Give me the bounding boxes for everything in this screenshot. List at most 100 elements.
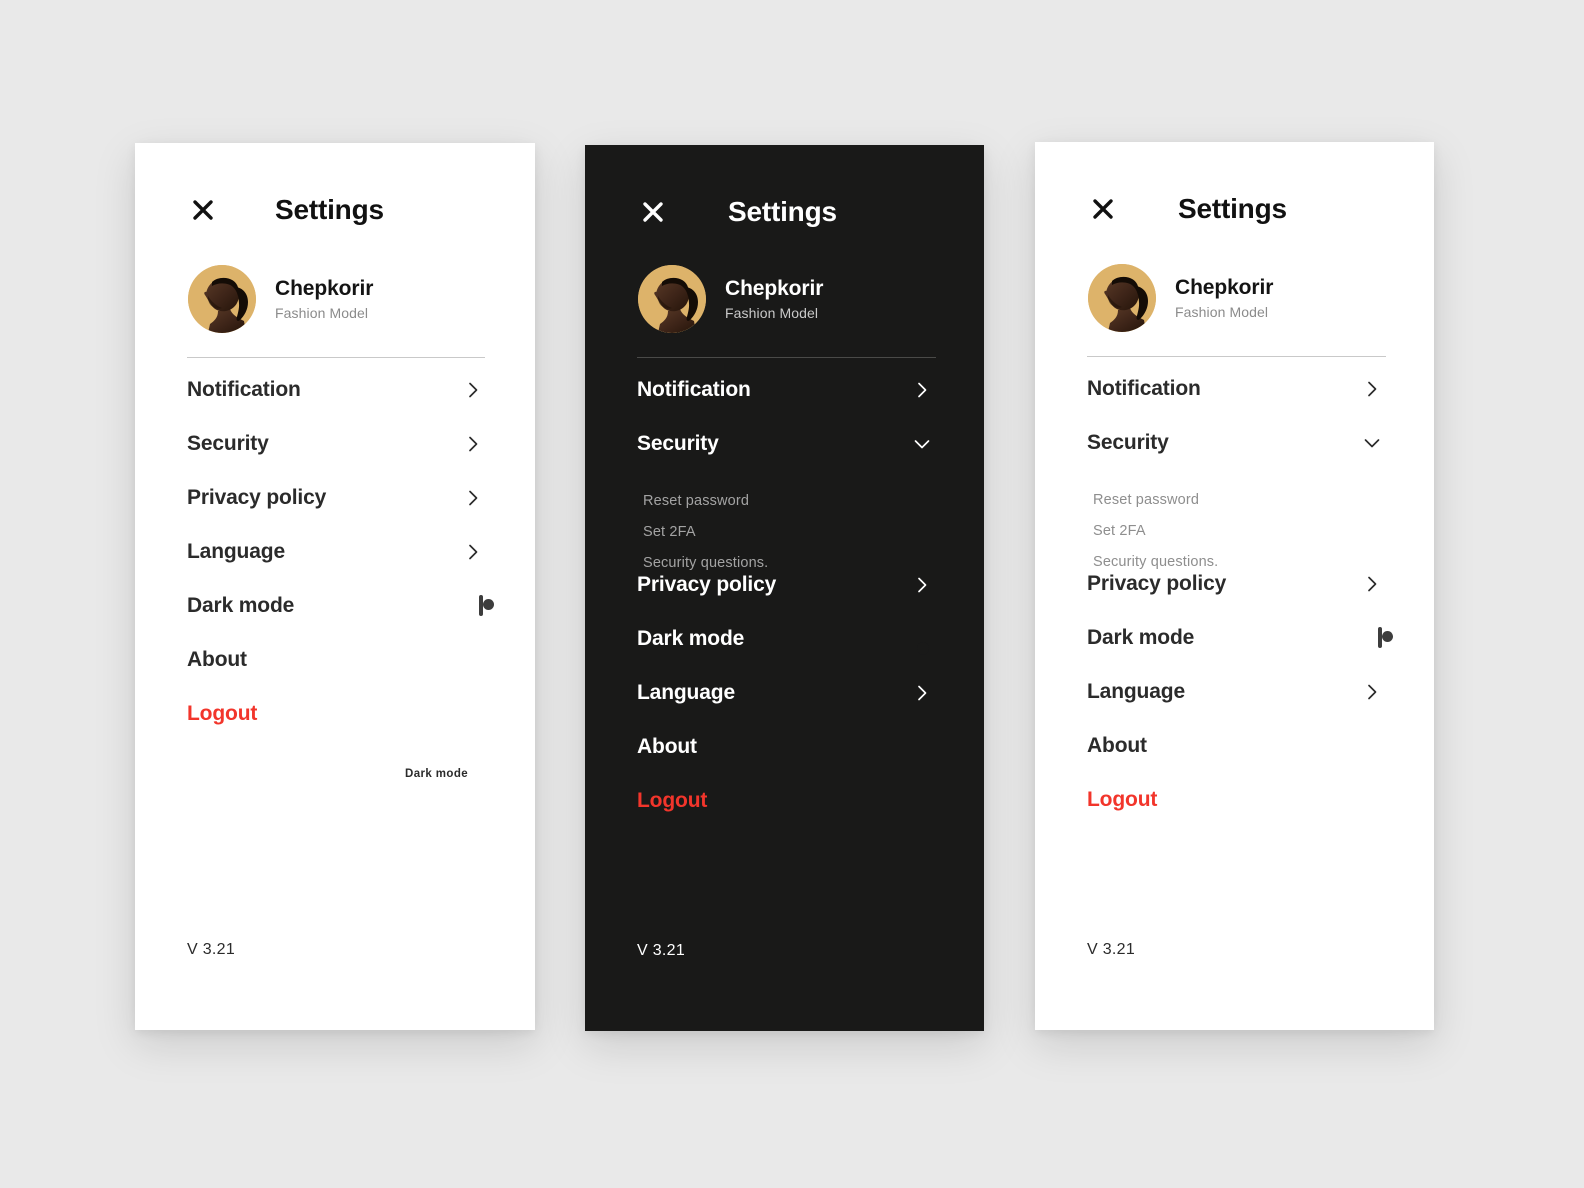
- divider: [187, 357, 485, 358]
- menu-item-dark-mode[interactable]: Dark mode: [637, 624, 932, 655]
- toggle-knob: [916, 642, 930, 655]
- menu-item-label: Logout: [187, 702, 258, 725]
- menu-item-label: Security: [637, 432, 719, 455]
- menu-item-dark-mode[interactable]: Dark mode: [1087, 623, 1394, 653]
- settings-panel-3: Settings Chepkorir Fashion Model Notificati…: [1035, 142, 1434, 1030]
- chevron-right-icon: [469, 436, 478, 452]
- menu-item-control: [1362, 433, 1382, 453]
- menu-item-security[interactable]: Security: [187, 429, 483, 459]
- profile-block[interactable]: Chepkorir Fashion Model: [1088, 264, 1273, 332]
- menu-item-label: Notification: [637, 378, 751, 401]
- panel-header: Settings: [188, 194, 384, 226]
- menu-item-control[interactable]: [1378, 627, 1394, 648]
- panel-body: Settings Chepkorir Fashion Model Notificati…: [1035, 142, 1434, 1030]
- chevron-right-icon: [1368, 576, 1377, 592]
- avatar-photo: [638, 265, 706, 333]
- submenu-item-set-2fa[interactable]: Set 2FA: [1087, 522, 1382, 540]
- menu-item-label: Logout: [1087, 788, 1158, 811]
- menu-item-label: Security: [187, 432, 269, 455]
- chevron-right-icon: [469, 382, 478, 398]
- avatar-photo: [1088, 264, 1156, 332]
- menu-item-label: Language: [1087, 680, 1185, 703]
- chevron-right-icon: [1368, 684, 1377, 700]
- menu-item-control: [912, 683, 932, 703]
- annotation-dark-mode: Dark mode: [405, 768, 469, 780]
- menu-item-label: Language: [637, 681, 735, 704]
- menu-item-control[interactable]: [479, 595, 495, 616]
- menu-item-logout[interactable]: Logout: [187, 699, 483, 729]
- menu-item-label: About: [637, 735, 697, 758]
- menu-item-control: [912, 434, 932, 454]
- submenu-item-set-2fa[interactable]: Set 2FA: [637, 523, 932, 541]
- profile-role: Fashion Model: [275, 305, 369, 322]
- menu-item-language[interactable]: Language: [1087, 677, 1382, 707]
- submenu-item-label: Set 2FA: [1093, 523, 1146, 539]
- panel-body: Settings Chepkorir Fashion Model Notificati…: [585, 145, 984, 1031]
- close-button[interactable]: [188, 195, 218, 225]
- screen: Settings Chepkorir Fashion Model Notificati…: [0, 0, 1584, 1188]
- close-icon: [190, 197, 216, 223]
- menu-item-label: Notification: [187, 378, 301, 401]
- submenu-item-label: Reset password: [1093, 492, 1200, 508]
- chevron-right-icon: [918, 685, 927, 701]
- app-version: V 3.21: [187, 941, 236, 958]
- menu-item-control: [912, 380, 932, 400]
- submenu-item-reset-password[interactable]: Reset password: [1087, 491, 1382, 509]
- panel-header: Settings: [638, 196, 837, 228]
- menu-item-label: About: [1087, 734, 1147, 757]
- menu-item-about[interactable]: About: [637, 732, 932, 762]
- menu-item-label: Privacy policy: [187, 486, 327, 509]
- divider: [637, 357, 936, 358]
- menu-item-control: [463, 434, 483, 454]
- menu-item-privacy-policy[interactable]: Privacy policy: [187, 483, 483, 513]
- menu-item-control: [1362, 574, 1382, 594]
- profile-role: Fashion Model: [1175, 304, 1269, 321]
- profile-text: Chepkorir Fashion Model: [725, 277, 823, 321]
- menu-item-security[interactable]: Security: [637, 429, 932, 459]
- submenu-item-label: Reset password: [643, 493, 750, 509]
- close-button[interactable]: [638, 197, 668, 227]
- menu-item-about[interactable]: About: [187, 645, 483, 675]
- panel-body: Settings Chepkorir Fashion Model Notificati…: [135, 143, 535, 1030]
- menu-item-privacy-policy[interactable]: Privacy policy: [637, 570, 932, 600]
- chevron-right-icon: [918, 382, 927, 398]
- profile-block[interactable]: Chepkorir Fashion Model: [638, 265, 823, 333]
- menu-item-label: Privacy policy: [1087, 572, 1227, 595]
- menu-item-logout[interactable]: Logout: [1087, 785, 1382, 815]
- profile-text: Chepkorir Fashion Model: [275, 277, 373, 321]
- menu-item-dark-mode[interactable]: Dark mode: [187, 591, 495, 621]
- menu-item-notification[interactable]: Notification: [637, 375, 932, 405]
- menu-item-control: [1362, 379, 1382, 399]
- chevron-right-icon: [469, 544, 478, 560]
- chevron-right-icon: [469, 490, 478, 506]
- app-version: V 3.21: [637, 942, 686, 959]
- menu-item-label: Dark mode: [1087, 626, 1195, 649]
- menu-item-language[interactable]: Language: [187, 537, 483, 567]
- menu-item-about[interactable]: About: [1087, 731, 1382, 761]
- profile-text: Chepkorir Fashion Model: [1175, 276, 1273, 320]
- submenu-item-label: Set 2FA: [643, 524, 696, 540]
- menu-item-privacy-policy[interactable]: Privacy policy: [1087, 569, 1382, 599]
- menu-item-control: [1362, 682, 1382, 702]
- profile-name: Chepkorir: [1175, 275, 1274, 299]
- toggle-knob: [482, 598, 495, 611]
- menu-item-notification[interactable]: Notification: [187, 375, 483, 405]
- dark-mode-toggle[interactable]: [479, 595, 495, 616]
- menu-item-control: [912, 575, 932, 595]
- chevron-down-icon: [914, 440, 930, 449]
- profile-block[interactable]: Chepkorir Fashion Model: [188, 265, 373, 333]
- menu-item-logout[interactable]: Logout: [637, 786, 932, 816]
- dark-mode-toggle[interactable]: [1378, 627, 1394, 648]
- menu-item-language[interactable]: Language: [637, 678, 932, 708]
- avatar: [638, 265, 706, 333]
- avatar: [1088, 264, 1156, 332]
- panel-header: Settings: [1088, 193, 1287, 225]
- close-button[interactable]: [1088, 194, 1118, 224]
- submenu-item-label: Security questions.: [643, 555, 769, 571]
- menu-item-notification[interactable]: Notification: [1087, 374, 1382, 404]
- submenu-item-reset-password[interactable]: Reset password: [637, 492, 932, 510]
- page-title: Settings: [275, 194, 384, 225]
- menu-item-label: About: [187, 648, 247, 671]
- menu-item-security[interactable]: Security: [1087, 428, 1382, 458]
- close-icon: [1090, 196, 1116, 222]
